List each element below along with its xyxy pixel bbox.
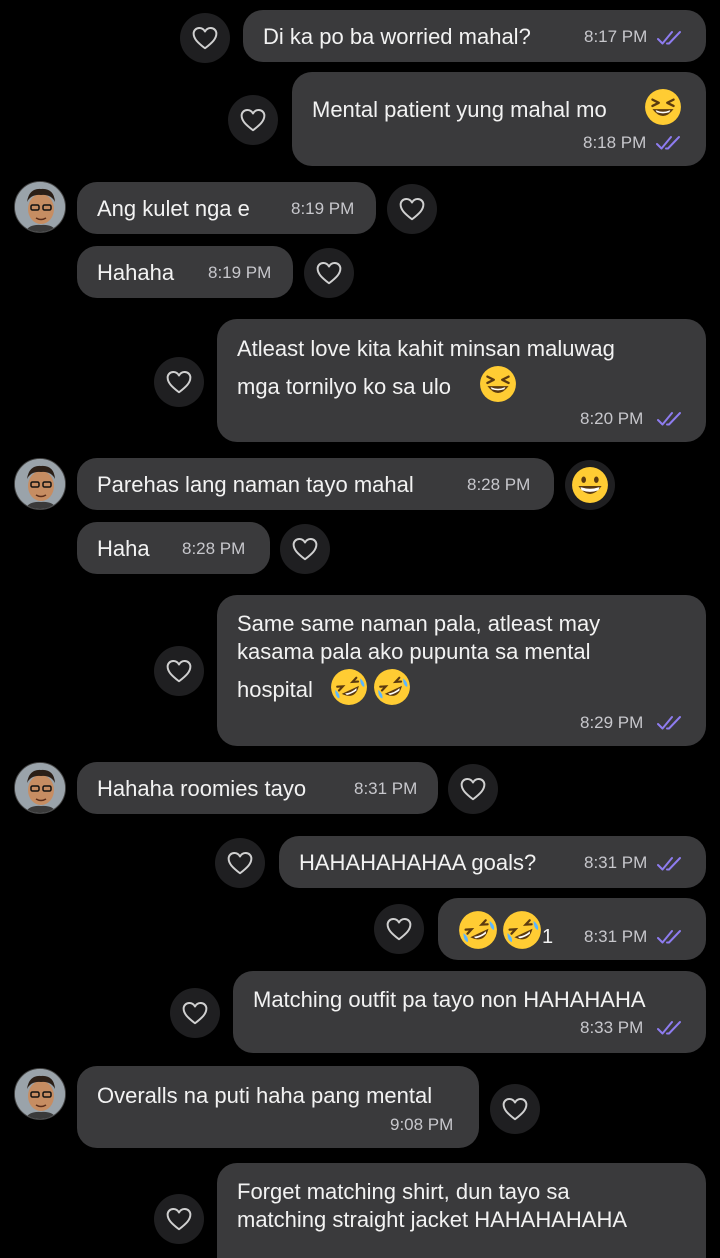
- message-text: HAHAHAHAHAA goals?: [299, 850, 537, 875]
- rofl-emoji-icon: [373, 668, 411, 706]
- message-bubble-incoming[interactable]: Parehas lang naman tayo mahal 8:28 PM: [77, 458, 554, 510]
- message-text: Mental patient yung mahal mo: [312, 97, 607, 122]
- double-check-icon: [657, 1020, 685, 1036]
- double-check-icon: [656, 135, 684, 151]
- message-time: 8:18 PM: [583, 133, 647, 152]
- message-time: 8:31 PM: [584, 927, 648, 946]
- message-text: Hahaha roomies tayo: [97, 776, 307, 801]
- double-check-icon: [657, 715, 685, 731]
- message-bubble-outgoing[interactable]: 1 8:31 PM: [438, 898, 706, 960]
- laughing-emoji-icon: [479, 365, 517, 403]
- message-text: Matching outfit pa tayo non HAHAHAHA: [253, 987, 646, 1012]
- like-button[interactable]: [215, 838, 265, 888]
- message-bubble-incoming[interactable]: Overalls na puti haha pang mental 9:08 P…: [77, 1066, 479, 1148]
- message-time: 8:29 PM: [580, 713, 644, 732]
- message-bubble-outgoing[interactable]: HAHAHAHAHAA goals? 8:31 PM: [279, 836, 706, 888]
- message-time: 8:19 PM: [291, 199, 355, 218]
- message-time: 8:20 PM: [580, 409, 644, 428]
- heart-outline-icon: [227, 851, 253, 875]
- message-bubble-incoming[interactable]: Ang kulet nga e 8:19 PM: [77, 182, 376, 234]
- rofl-emoji-icon: [458, 910, 498, 950]
- heart-outline-icon: [166, 370, 192, 394]
- message-text: Haha: [97, 536, 150, 561]
- contact-avatar[interactable]: [14, 458, 66, 510]
- heart-outline-icon: [166, 659, 192, 683]
- rofl-emoji-icon: [330, 668, 368, 706]
- like-button[interactable]: [280, 524, 330, 574]
- message-text: Di ka po ba worried mahal?: [263, 24, 531, 49]
- message-bubble-outgoing[interactable]: Di ka po ba worried mahal? 8:17 PM: [243, 10, 706, 62]
- double-check-icon: [657, 929, 685, 945]
- like-button[interactable]: [304, 248, 354, 298]
- message-text-line: matching straight jacket HAHAHAHAHA: [237, 1207, 628, 1232]
- heart-outline-icon: [386, 917, 412, 941]
- like-button[interactable]: [490, 1084, 540, 1134]
- message-time: 9:08 PM: [390, 1115, 454, 1134]
- heart-outline-icon: [192, 26, 218, 50]
- message-text-line: Forget matching shirt, dun tayo sa: [237, 1179, 570, 1204]
- message-time: 8:17 PM: [584, 27, 648, 46]
- like-button[interactable]: [154, 357, 204, 407]
- message-bubble-incoming[interactable]: Hahaha 8:19 PM: [77, 246, 293, 298]
- message-text: Parehas lang naman tayo mahal: [97, 472, 414, 497]
- like-button[interactable]: [154, 646, 204, 696]
- reaction-badge[interactable]: [565, 460, 615, 510]
- heart-outline-icon: [502, 1097, 528, 1121]
- double-check-icon: [657, 856, 685, 872]
- double-check-icon: [657, 411, 685, 427]
- message-bubble-outgoing[interactable]: Atleast love kita kahit minsan maluwag m…: [217, 319, 706, 442]
- like-button[interactable]: [448, 764, 498, 814]
- message-time: 8:31 PM: [354, 779, 418, 798]
- like-button[interactable]: [228, 95, 278, 145]
- grinning-emoji-icon: [571, 466, 609, 504]
- message-text-line: mga tornilyo ko sa ulo: [237, 374, 451, 399]
- heart-outline-icon: [292, 537, 318, 561]
- like-button[interactable]: [154, 1194, 204, 1244]
- message-text: Hahaha: [97, 260, 175, 285]
- laughing-emoji-icon: [644, 88, 682, 126]
- like-button[interactable]: [387, 184, 437, 234]
- message-time: 8:28 PM: [467, 475, 531, 494]
- heart-outline-icon: [316, 261, 342, 285]
- message-bubble-outgoing[interactable]: Same same naman pala, atleast may kasama…: [217, 595, 706, 746]
- heart-outline-icon: [399, 197, 425, 221]
- message-bubble-outgoing[interactable]: Matching outfit pa tayo non HAHAHAHA 8:3…: [233, 971, 706, 1053]
- message-bubble-incoming[interactable]: Hahaha roomies tayo 8:31 PM: [77, 762, 438, 814]
- heart-outline-icon: [460, 777, 486, 801]
- message-text-line: hospital: [237, 677, 313, 702]
- like-button[interactable]: [170, 988, 220, 1038]
- double-check-icon: [657, 30, 685, 46]
- like-button[interactable]: [374, 904, 424, 954]
- rofl-emoji-icon: [502, 910, 542, 950]
- message-text-line: kasama pala ako pupunta sa mental: [237, 639, 591, 664]
- message-time: 8:33 PM: [580, 1018, 644, 1037]
- heart-outline-icon: [166, 1207, 192, 1231]
- heart-outline-icon: [182, 1001, 208, 1025]
- contact-avatar[interactable]: [14, 181, 66, 233]
- contact-avatar[interactable]: [14, 762, 66, 814]
- heart-outline-icon: [240, 108, 266, 132]
- message-text: Overalls na puti haha pang mental: [97, 1083, 433, 1108]
- message-time: 8:31 PM: [584, 853, 648, 872]
- message-time: 8:19 PM: [208, 263, 272, 282]
- message-time: 8:28 PM: [182, 539, 246, 558]
- message-bubble-incoming[interactable]: Haha 8:28 PM: [77, 522, 270, 574]
- message-text-line: Same same naman pala, atleast may: [237, 611, 601, 636]
- message-bubble-outgoing[interactable]: Mental patient yung mahal mo 8:18 PM: [292, 72, 706, 166]
- message-text-line: Atleast love kita kahit minsan maluwag: [237, 336, 615, 361]
- contact-avatar[interactable]: [14, 1068, 66, 1120]
- message-text: 1: [542, 926, 554, 948]
- message-bubble-outgoing[interactable]: Forget matching shirt, dun tayo sa match…: [217, 1163, 706, 1258]
- message-text: Ang kulet nga e: [97, 196, 250, 221]
- like-button[interactable]: [180, 13, 230, 63]
